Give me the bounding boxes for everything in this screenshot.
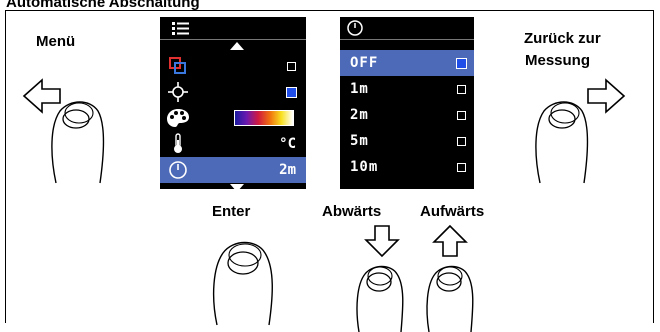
option-off[interactable]: OFF (340, 50, 474, 76)
option-label: 10m (350, 159, 379, 175)
back-label-line2: Messung (525, 52, 591, 69)
clock-icon (169, 161, 187, 179)
scroll-down-icon[interactable] (230, 184, 244, 192)
option-10m[interactable]: 10m (340, 154, 474, 180)
finger-press-icon (212, 241, 273, 326)
option-2m[interactable]: 2m (340, 102, 474, 128)
arrow-up-icon (432, 224, 468, 257)
menu-header (160, 17, 306, 40)
menu-row-units[interactable]: °C (160, 131, 306, 157)
overlay-checkbox[interactable] (287, 62, 296, 71)
menu-row-overlay[interactable] (160, 53, 306, 79)
menu-row-palette[interactable] (160, 105, 306, 131)
option-checkbox[interactable] (457, 85, 466, 94)
menu-row-crosshair[interactable] (160, 79, 306, 105)
enter-label: Enter (212, 203, 251, 220)
units-value: °C (279, 136, 296, 152)
option-5m[interactable]: 5m (340, 128, 474, 154)
list-icon (172, 22, 189, 35)
option-label: 5m (350, 133, 369, 149)
crosshair-icon (168, 82, 188, 102)
thermometer-icon (174, 133, 182, 153)
arrow-down-icon (364, 225, 400, 258)
palette-overlay-icon (169, 57, 186, 74)
auto-off-header (340, 17, 474, 40)
option-label: OFF (350, 55, 379, 71)
finger-press-icon (51, 101, 105, 184)
up-label: Aufwärts (420, 203, 485, 220)
back-label-line1: Zurück zur (524, 30, 601, 47)
down-label: Abwärts (322, 203, 382, 220)
arrow-right-icon (587, 78, 626, 114)
menu-row-auto-off[interactable]: 2m (160, 157, 306, 183)
settings-menu-screen: °C 2m (160, 17, 306, 192)
option-checkbox[interactable] (457, 163, 466, 172)
color-palette-icon (167, 109, 189, 127)
finger-press-icon (535, 101, 589, 184)
option-checkbox[interactable] (456, 58, 467, 69)
menu-label: Menü (36, 33, 76, 50)
auto-off-value: 2m (279, 162, 296, 178)
option-label: 1m (350, 81, 369, 97)
option-label: 2m (350, 107, 369, 123)
scroll-up-icon[interactable] (230, 42, 244, 50)
finger-press-icon (426, 265, 474, 332)
crosshair-checkbox[interactable] (286, 87, 297, 98)
finger-press-icon (356, 265, 404, 332)
auto-off-screen: OFF 1m 2m 5m 10m (340, 17, 474, 189)
option-checkbox[interactable] (457, 111, 466, 120)
clock-icon (347, 20, 363, 36)
option-1m[interactable]: 1m (340, 76, 474, 102)
option-checkbox[interactable] (457, 137, 466, 146)
palette-gradient-bar (234, 110, 294, 126)
